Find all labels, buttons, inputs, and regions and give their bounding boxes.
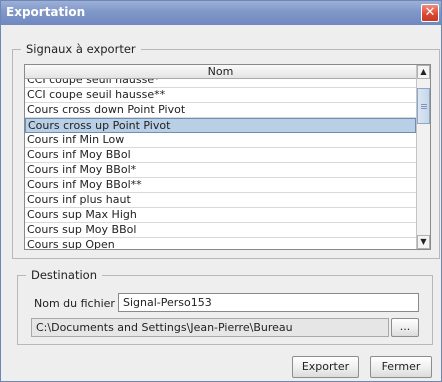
thumb-grip-line bbox=[421, 108, 427, 109]
signal-list-item[interactable]: Cours cross up Point Pivot bbox=[25, 118, 416, 133]
column-header-label: Nom bbox=[207, 65, 234, 78]
signal-list-item[interactable]: CCI coupe seuil hausse* bbox=[25, 79, 416, 88]
title-bar[interactable]: Exportation ✕ bbox=[1, 1, 441, 25]
browse-button-label: ... bbox=[399, 320, 411, 333]
chevron-down-icon: ▼ bbox=[420, 237, 427, 246]
close-window-button[interactable]: ✕ bbox=[421, 4, 439, 22]
browse-button[interactable]: ... bbox=[391, 318, 419, 337]
destination-group-legend: Destination bbox=[26, 268, 102, 282]
signal-list-item[interactable]: Cours sup Open bbox=[25, 238, 416, 249]
destination-path-field: C:\Documents and Settings\Jean-Pierre\Bu… bbox=[31, 318, 389, 337]
window-title: Exportation bbox=[6, 5, 86, 19]
close-button-label: Fermer bbox=[381, 360, 421, 373]
filename-label: Nom du fichier bbox=[34, 297, 115, 310]
signal-list-item[interactable]: Cours cross down Point Pivot bbox=[25, 103, 416, 118]
signal-list-item[interactable]: Cours inf plus haut bbox=[25, 193, 416, 208]
filename-input[interactable]: Signal-Perso153 bbox=[118, 293, 419, 312]
signal-list-item[interactable]: CCI coupe seuil hausse** bbox=[25, 88, 416, 103]
thumb-grip-line bbox=[421, 104, 427, 105]
signal-list-item[interactable]: Cours inf Moy BBol bbox=[25, 148, 416, 163]
signal-list-item[interactable]: Cours sup Moy BBol bbox=[25, 223, 416, 238]
export-dialog: Exportation ✕ Signaux à exporter Nom CCI… bbox=[0, 0, 442, 382]
signal-list-item[interactable]: Cours inf Min Low bbox=[25, 133, 416, 148]
list-column-header[interactable]: Nom bbox=[25, 65, 416, 79]
export-button[interactable]: Exporter bbox=[292, 356, 359, 378]
scroll-thumb[interactable] bbox=[417, 88, 430, 124]
signal-list-item[interactable]: Cours inf Moy BBol** bbox=[25, 178, 416, 193]
scroll-down-button[interactable]: ▼ bbox=[417, 235, 430, 249]
chevron-up-icon: ▲ bbox=[420, 67, 427, 76]
signals-group-legend: Signaux à exporter bbox=[21, 42, 141, 56]
signals-list[interactable]: Nom CCI coupe seuil hausse* CCI coupe seu… bbox=[24, 64, 431, 250]
export-button-label: Exporter bbox=[301, 360, 350, 373]
list-rows: CCI coupe seuil hausse* CCI coupe seuil h… bbox=[25, 79, 416, 249]
close-icon: ✕ bbox=[424, 5, 436, 20]
signal-list-item[interactable]: Cours inf Moy BBol* bbox=[25, 163, 416, 178]
vertical-scrollbar[interactable]: ▲ ▼ bbox=[416, 65, 430, 249]
signal-list-item[interactable]: Cours sup Max High bbox=[25, 208, 416, 223]
list-rows-viewport: CCI coupe seuil hausse* CCI coupe seuil h… bbox=[25, 79, 416, 249]
thumb-grip-line bbox=[421, 106, 427, 107]
close-button[interactable]: Fermer bbox=[370, 356, 432, 378]
scroll-up-button[interactable]: ▲ bbox=[417, 65, 430, 79]
